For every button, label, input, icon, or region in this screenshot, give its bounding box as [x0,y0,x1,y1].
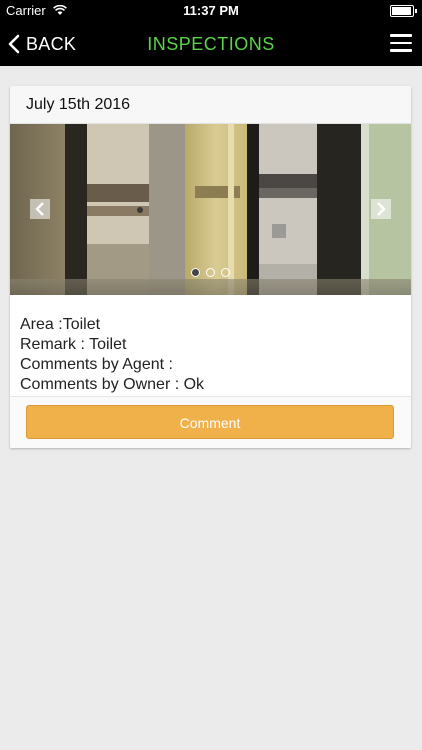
back-button[interactable]: BACK [8,22,76,66]
owner-comments-row: Comments by Owner : Ok [20,375,401,395]
owner-comments-value: Ok [183,376,205,393]
card-footer: Comment [10,396,411,448]
photo-carousel[interactable] [10,124,411,295]
remark-value: Toilet [89,336,127,353]
chevron-left-icon [35,202,44,216]
navigation-bar: BACK INSPECTIONS [0,22,422,66]
carousel-indicator [10,268,411,277]
status-time: 11:37 PM [183,3,239,18]
chevron-left-icon [8,34,20,54]
inspection-card: July 15th 2016 Area:Toilet Remark: Toi… [10,86,411,448]
remark-label: Remark : [20,336,90,353]
carousel-next-button[interactable] [371,199,391,219]
back-label: BACK [26,33,77,54]
agent-comments-row: Comments by Agent : [20,355,401,375]
chevron-right-icon [377,202,386,216]
carousel-dot[interactable] [206,268,215,277]
owner-comments-label: Comments by Owner : [20,376,184,393]
area-row: Area :Toilet [20,315,401,335]
comment-button[interactable]: Comment [26,405,394,439]
area-value: Toilet [62,316,101,333]
carousel-dot[interactable] [191,268,200,277]
remark-row: Remark : Toilet [20,335,401,355]
inspection-date: July 15th 2016 [10,86,411,124]
hamburger-menu-icon[interactable] [390,34,412,52]
battery-icon [390,5,417,17]
carousel-prev-button[interactable] [30,199,50,219]
inspection-details: Area :Toilet Remark : Toilet Comments by… [10,295,411,397]
area-label: Area : [20,316,63,333]
carousel-dot[interactable] [221,268,230,277]
agent-comments-label: Comments by Agent : [20,356,173,373]
status-bar: Carrier 11:37 PM [0,0,422,22]
